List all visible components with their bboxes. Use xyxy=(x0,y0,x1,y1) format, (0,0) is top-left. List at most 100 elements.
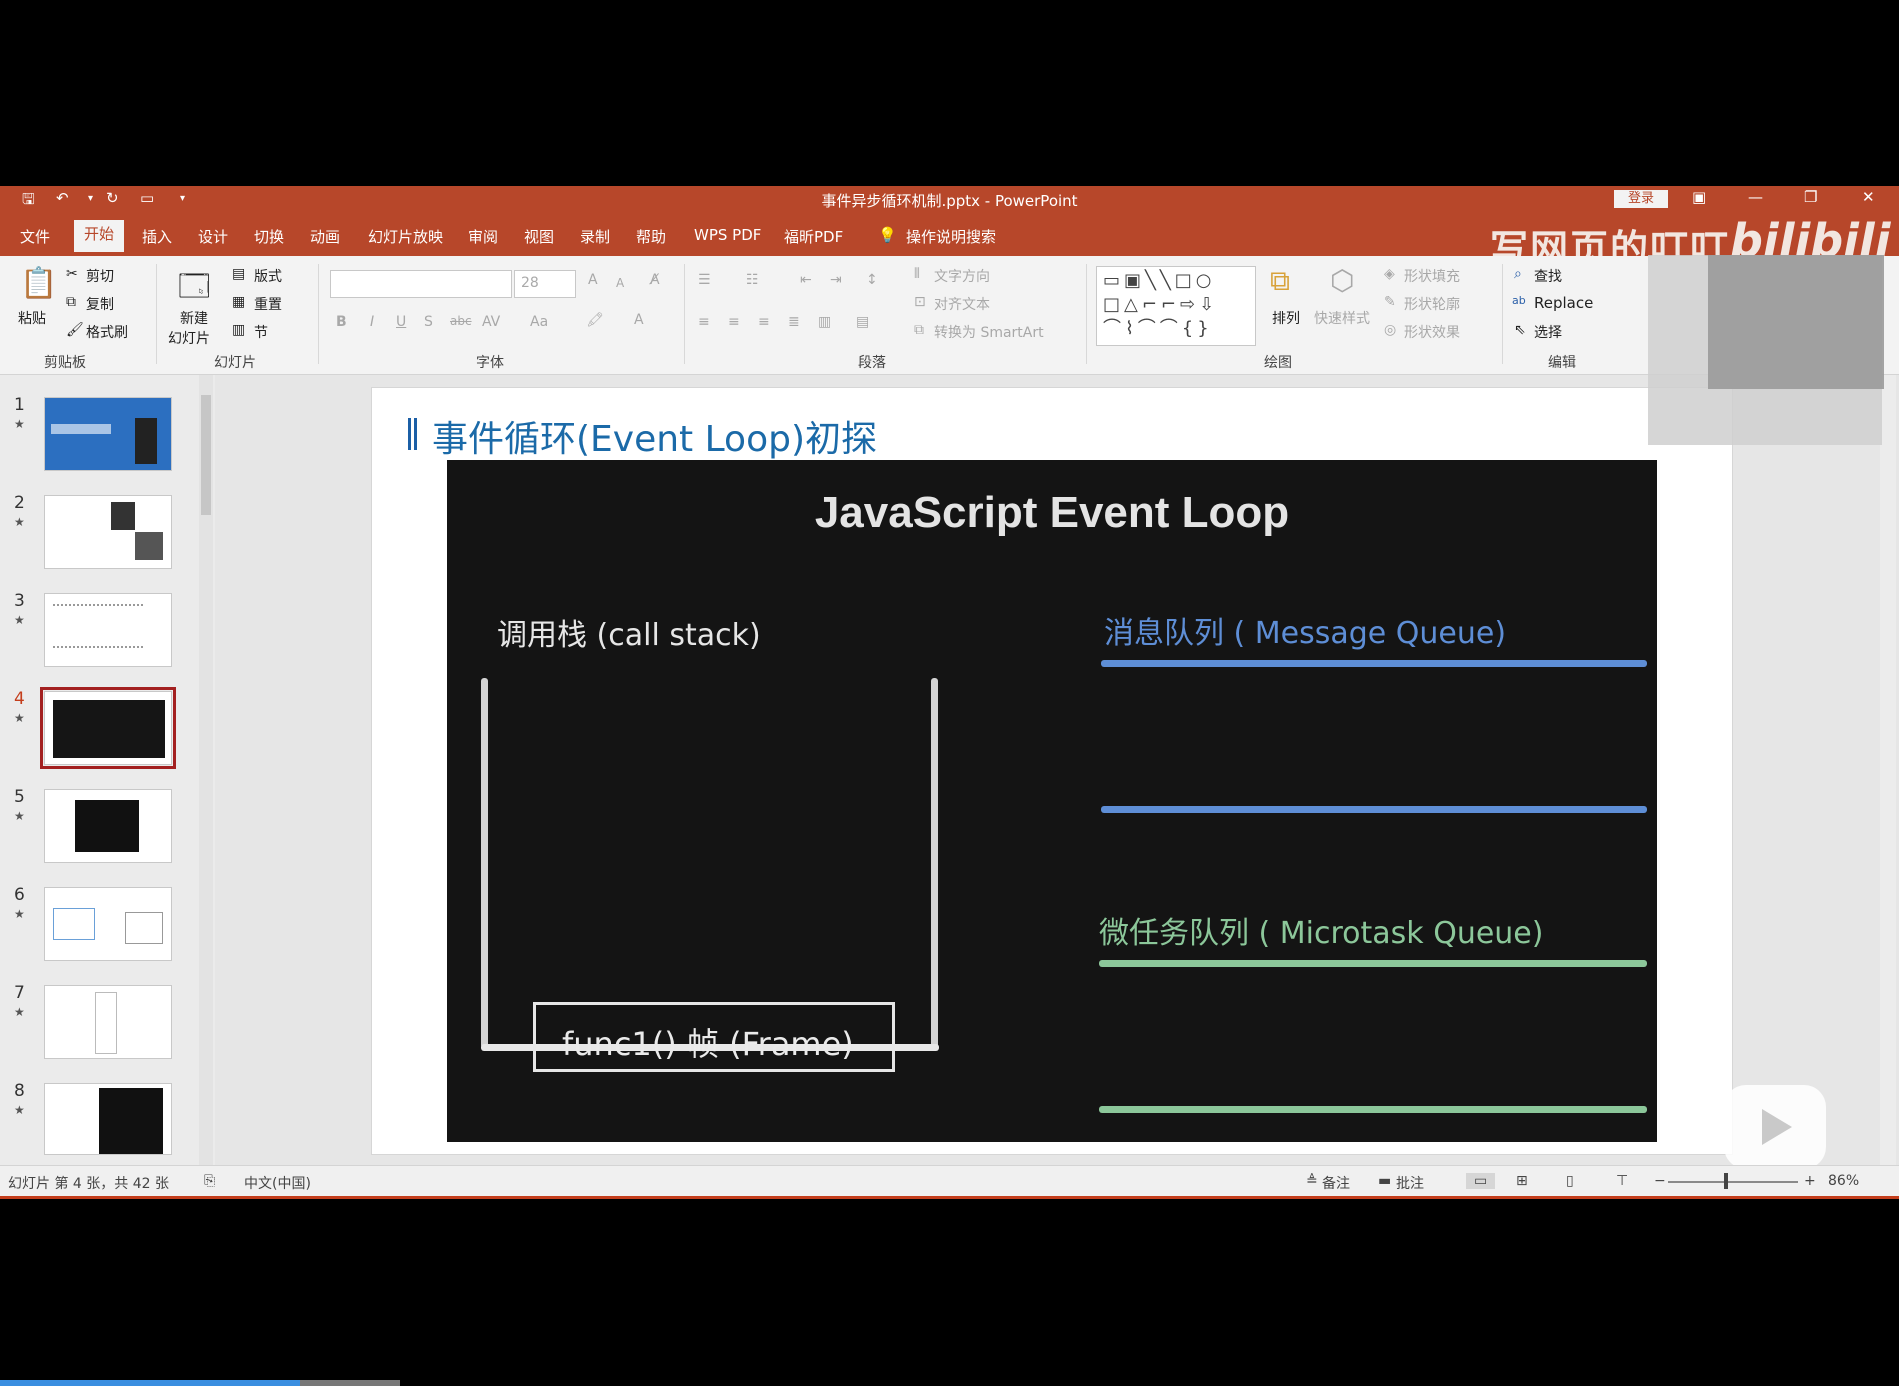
shape-fill-icon[interactable]: ◈ xyxy=(1384,266,1395,282)
embedded-video[interactable]: JavaScript Event Loop 调用栈 (call stack) f… xyxy=(447,460,1657,1142)
tab-wps-pdf[interactable]: WPS PDF xyxy=(684,224,771,246)
distributed-icon[interactable]: ▥ xyxy=(818,314,831,330)
format-painter-button[interactable]: 格式刷 xyxy=(86,322,128,342)
shape-outline-icon[interactable]: ✎ xyxy=(1384,294,1396,310)
reading-view-icon[interactable]: ▯ xyxy=(1566,1173,1574,1189)
slide-sorter-icon[interactable]: ⊞ xyxy=(1516,1173,1528,1189)
underline-button[interactable]: U xyxy=(396,314,406,330)
clear-format-icon[interactable]: A̸ xyxy=(650,272,660,288)
reset-button[interactable]: 重置 xyxy=(254,294,282,314)
tab-slideshow[interactable]: 幻灯片放映 xyxy=(358,224,453,249)
shape-effects-button[interactable]: 形状效果 xyxy=(1404,322,1460,342)
tab-view[interactable]: 视图 xyxy=(514,224,564,249)
replace-button[interactable]: Replace xyxy=(1534,294,1593,312)
ribbon-display-icon[interactable]: ▣ xyxy=(1692,188,1706,206)
slide-canvas[interactable]: 事件循环(Event Loop)初探 JavaScript Event Loop… xyxy=(371,387,1733,1155)
paste-icon[interactable]: 📋 xyxy=(20,266,57,301)
decrease-indent-icon[interactable]: ⇤ xyxy=(800,272,812,288)
language-indicator[interactable]: 中文(中国) xyxy=(244,1173,311,1193)
text-direction-button[interactable]: 文字方向 xyxy=(934,266,990,286)
zoom-in-icon[interactable]: + xyxy=(1804,1173,1816,1189)
comments-icon[interactable]: ▬ xyxy=(1378,1173,1391,1189)
align-center-icon[interactable]: ≡ xyxy=(728,314,740,330)
shape-effects-icon[interactable]: ◎ xyxy=(1384,322,1396,338)
numbering-icon[interactable]: ☷ xyxy=(746,272,759,288)
italic-button[interactable]: I xyxy=(370,314,374,330)
cut-icon[interactable]: ✂ xyxy=(66,266,78,282)
shrink-font-icon[interactable]: A xyxy=(616,276,624,290)
tab-animations[interactable]: 动画 xyxy=(300,224,350,249)
font-size-combo[interactable]: 28 xyxy=(514,270,576,298)
layout-button[interactable]: 版式 xyxy=(254,266,282,286)
align-text-icon[interactable]: ⊡ xyxy=(914,294,926,310)
thumbnail-scrollbar[interactable] xyxy=(199,375,213,1165)
slide-thumbnail-7[interactable] xyxy=(44,985,172,1059)
slide-thumbnail-8[interactable] xyxy=(44,1083,172,1155)
copy-icon[interactable]: ⧉ xyxy=(66,294,76,310)
shapes-gallery[interactable]: ▭▣╲╲□○ □△⌐⌐⇨⇩ ⌒⌇⌒⌒{} xyxy=(1096,266,1256,346)
notes-button[interactable]: 备注 xyxy=(1322,1173,1350,1193)
slide-title[interactable]: 事件循环(Event Loop)初探 xyxy=(432,410,877,462)
tell-me-search[interactable]: 操作说明搜索 xyxy=(896,224,1006,249)
slideshow-view-icon[interactable]: ⊤ xyxy=(1616,1173,1628,1189)
tab-transitions[interactable]: 切换 xyxy=(244,224,294,249)
justify-icon[interactable]: ≣ xyxy=(788,314,800,330)
minimize-icon[interactable]: — xyxy=(1748,188,1763,206)
zoom-slider[interactable] xyxy=(1668,1181,1798,1183)
scrollbar-thumb[interactable] xyxy=(201,395,211,515)
replace-icon[interactable]: ab xyxy=(1512,294,1526,307)
bullets-icon[interactable]: ☰ xyxy=(698,272,711,288)
line-spacing-icon[interactable]: ↕ xyxy=(866,272,878,288)
quick-styles-icon[interactable]: ⬡ xyxy=(1330,264,1354,297)
slide-thumbnail-4[interactable] xyxy=(40,687,176,769)
play-button[interactable] xyxy=(1724,1085,1826,1169)
arrange-icon[interactable]: ⧉ xyxy=(1270,264,1290,298)
cut-button[interactable]: 剪切 xyxy=(86,266,114,286)
new-slide-button-line2[interactable]: 幻灯片 xyxy=(168,328,210,348)
zoom-out-icon[interactable]: − xyxy=(1654,1173,1666,1189)
zoom-slider-knob[interactable] xyxy=(1724,1173,1728,1189)
login-button[interactable]: 登录 xyxy=(1614,190,1668,208)
select-button[interactable]: 选择 xyxy=(1534,322,1562,342)
font-name-combo[interactable] xyxy=(330,270,512,298)
font-color-button[interactable]: A xyxy=(634,312,644,328)
maximize-icon[interactable]: ❐ xyxy=(1804,188,1817,206)
new-slide-button[interactable]: 新建 xyxy=(180,308,208,328)
select-icon[interactable]: ⇖ xyxy=(1514,322,1526,338)
char-spacing-button[interactable]: AV xyxy=(482,314,500,330)
section-button[interactable]: 节 xyxy=(254,322,268,342)
tab-foxit-pdf[interactable]: 福昕PDF xyxy=(774,224,853,249)
tab-home[interactable]: 开始 xyxy=(74,220,125,252)
find-button[interactable]: 查找 xyxy=(1534,266,1562,286)
format-painter-icon[interactable]: 🖌 xyxy=(66,322,84,338)
align-text-button[interactable]: 对齐文本 xyxy=(934,294,990,314)
increase-indent-icon[interactable]: ⇥ xyxy=(830,272,842,288)
comments-button[interactable]: 批注 xyxy=(1396,1173,1424,1193)
layout-icon[interactable]: ▤ xyxy=(232,266,245,282)
tab-help[interactable]: 帮助 xyxy=(626,224,676,249)
tab-review[interactable]: 审阅 xyxy=(458,224,508,249)
strikethrough-button[interactable]: abc xyxy=(450,314,472,328)
slide-thumbnail-5[interactable] xyxy=(44,789,172,863)
tab-design[interactable]: 设计 xyxy=(188,224,238,249)
highlight-icon[interactable]: 🖍 xyxy=(586,312,604,328)
normal-view-icon[interactable]: ▭ xyxy=(1466,1173,1496,1189)
section-icon[interactable]: ▥ xyxy=(232,322,245,338)
zoom-level[interactable]: 86% xyxy=(1828,1173,1859,1189)
notes-icon[interactable]: ≜ xyxy=(1306,1173,1318,1189)
spellcheck-icon[interactable]: ⎘ xyxy=(204,1173,215,1189)
find-icon[interactable]: ⌕ xyxy=(1514,266,1522,282)
quick-styles-button[interactable]: 快速样式 xyxy=(1314,308,1370,328)
shadow-button[interactable]: S xyxy=(424,314,433,330)
paste-button[interactable]: 粘贴 xyxy=(18,308,46,328)
shape-fill-button[interactable]: 形状填充 xyxy=(1404,266,1460,286)
smartart-icon[interactable]: ⧉ xyxy=(914,322,924,338)
shape-outline-button[interactable]: 形状轮廓 xyxy=(1404,294,1460,314)
change-case-button[interactable]: Aa xyxy=(530,314,548,330)
columns-icon[interactable]: ▤ xyxy=(856,314,869,330)
slide-thumbnail-6[interactable] xyxy=(44,887,172,961)
align-left-icon[interactable]: ≡ xyxy=(698,314,710,330)
bold-button[interactable]: B xyxy=(336,314,347,330)
arrange-button[interactable]: 排列 xyxy=(1272,308,1300,328)
reset-icon[interactable]: ▦ xyxy=(232,294,245,310)
